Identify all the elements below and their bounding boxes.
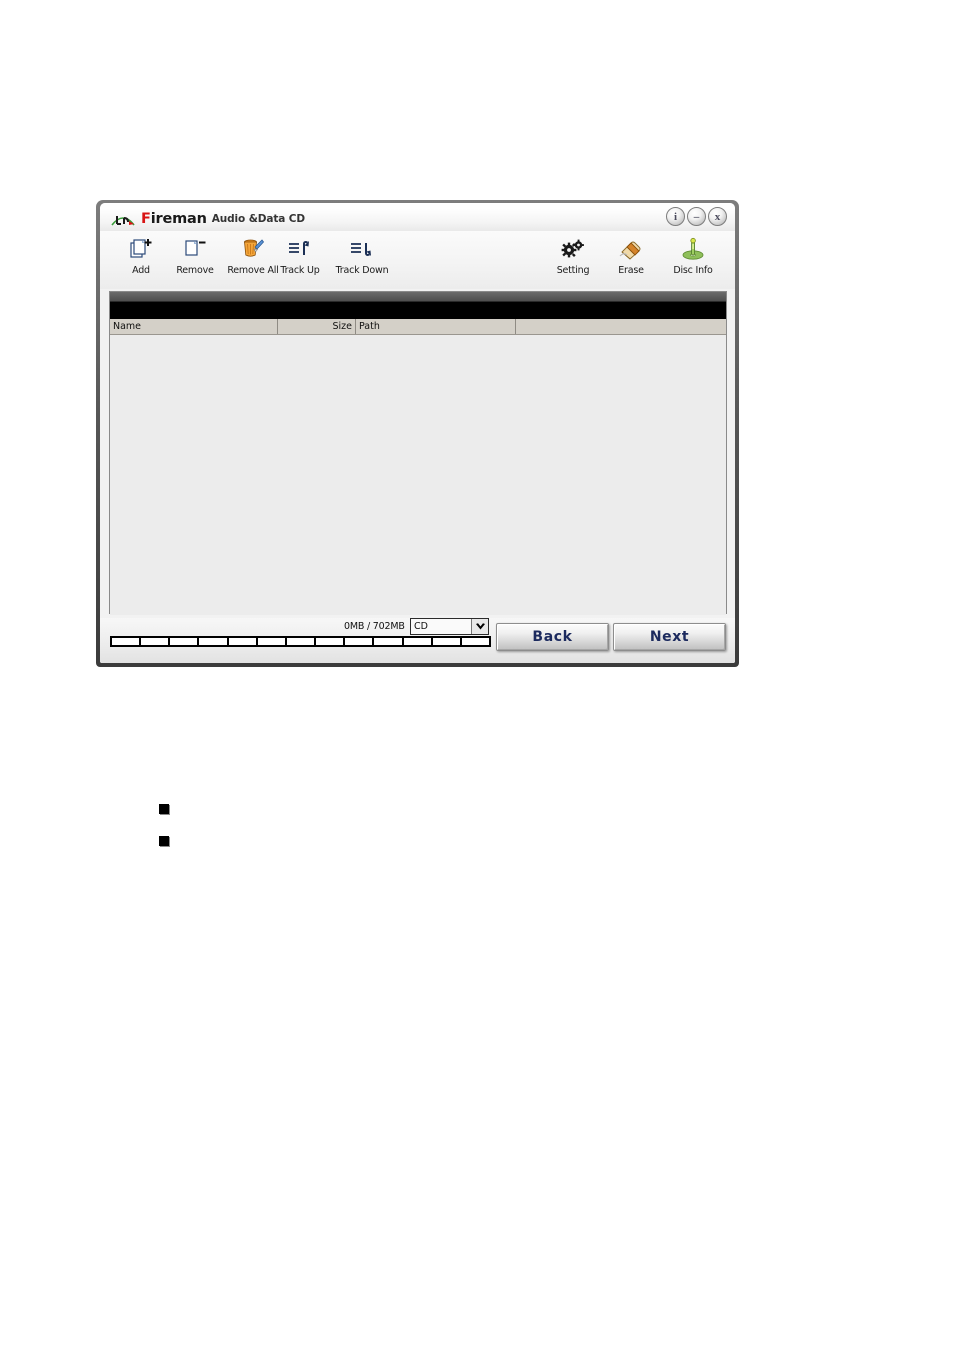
back-button[interactable]: Back xyxy=(496,623,609,651)
media-type-select[interactable]: CD xyxy=(410,618,489,635)
list-top-rail xyxy=(110,292,726,302)
track-up-icon xyxy=(285,236,315,262)
setting-button-label: Setting xyxy=(556,265,590,276)
fireman-logo-icon xyxy=(110,212,136,227)
list-body-empty[interactable] xyxy=(110,335,726,615)
trash-can-icon xyxy=(238,236,268,262)
add-button-label: Add xyxy=(132,265,150,276)
capacity-segment xyxy=(258,638,287,645)
bullet-marker xyxy=(159,804,169,814)
list-title-strip xyxy=(110,302,726,319)
column-header-size[interactable]: Size xyxy=(278,319,356,334)
capacity-gauge xyxy=(110,636,491,647)
close-button[interactable]: x xyxy=(708,207,727,226)
add-file-icon xyxy=(126,236,156,262)
track-up-button[interactable]: Track Up xyxy=(272,236,328,276)
track-down-button-label: Track Down xyxy=(335,265,389,276)
capacity-segment xyxy=(170,638,200,645)
capacity-segment xyxy=(287,638,317,645)
toolbar-group-track: Track Up Track Down xyxy=(272,236,390,276)
bullet-marker xyxy=(159,836,169,846)
remove-button-label: Remove xyxy=(176,265,214,276)
capacity-segment xyxy=(199,638,229,645)
minimize-button[interactable]: – xyxy=(687,207,706,226)
chevron-down-icon[interactable] xyxy=(471,619,488,634)
capacity-segment xyxy=(462,638,489,645)
list-column-headers: Name Size Path xyxy=(110,319,726,335)
info-button[interactable]: i xyxy=(666,207,685,226)
title-bar: Fireman Audio &Data CD i – x xyxy=(100,203,735,231)
eraser-icon xyxy=(616,236,646,262)
remove-all-button-label: Remove All xyxy=(227,265,279,276)
capacity-segment xyxy=(433,638,462,645)
track-down-button[interactable]: Track Down xyxy=(334,236,390,276)
brand-name-initial: F xyxy=(141,211,151,227)
disc-info-icon xyxy=(678,236,708,262)
column-header-name[interactable]: Name xyxy=(110,319,278,334)
setting-button[interactable]: Setting xyxy=(549,236,597,276)
remove-file-icon xyxy=(180,236,210,262)
disc-info-button[interactable]: Disc Info xyxy=(665,236,721,276)
add-button[interactable]: Add xyxy=(117,236,165,276)
capacity-segment xyxy=(141,638,171,645)
toolbar-group-file: Add Remove Remove All xyxy=(117,236,281,276)
track-up-button-label: Track Up xyxy=(280,265,320,276)
application-window: Fireman Audio &Data CD i – x Add Remove … xyxy=(96,200,739,667)
next-button[interactable]: Next xyxy=(613,623,726,651)
capacity-segment xyxy=(316,638,346,645)
window-controls: i – x xyxy=(666,207,727,226)
column-header-path[interactable]: Path xyxy=(356,319,516,334)
status-bar: 0MB / 702MB CD Back Next xyxy=(100,618,735,663)
toolbar: Add Remove Remove All Track Up Track Dow… xyxy=(100,231,735,289)
toolbar-group-tools: Setting Erase Disc Info xyxy=(549,236,721,276)
brand-name-rest: ireman xyxy=(150,211,207,227)
brand-subtitle: Audio &Data CD xyxy=(211,213,306,225)
gears-icon xyxy=(558,236,588,262)
remove-button[interactable]: Remove xyxy=(171,236,219,276)
erase-button[interactable]: Erase xyxy=(607,236,655,276)
file-list-view[interactable]: Name Size Path xyxy=(109,291,727,615)
brand-logo: Fireman Audio &Data CD xyxy=(110,207,305,227)
column-header-spare[interactable] xyxy=(516,319,726,334)
capacity-segment xyxy=(229,638,258,645)
media-type-value: CD xyxy=(414,621,428,632)
capacity-segment xyxy=(374,638,404,645)
capacity-segment xyxy=(112,638,142,645)
track-down-icon xyxy=(347,236,377,262)
erase-button-label: Erase xyxy=(618,265,644,276)
window-client-area: Fireman Audio &Data CD i – x Add Remove … xyxy=(100,203,735,663)
capacity-segment xyxy=(404,638,433,645)
capacity-segment xyxy=(345,638,375,645)
brand-name: Fireman xyxy=(141,212,207,227)
capacity-label: 0MB / 702MB xyxy=(344,621,405,632)
disc-info-button-label: Disc Info xyxy=(673,265,713,276)
